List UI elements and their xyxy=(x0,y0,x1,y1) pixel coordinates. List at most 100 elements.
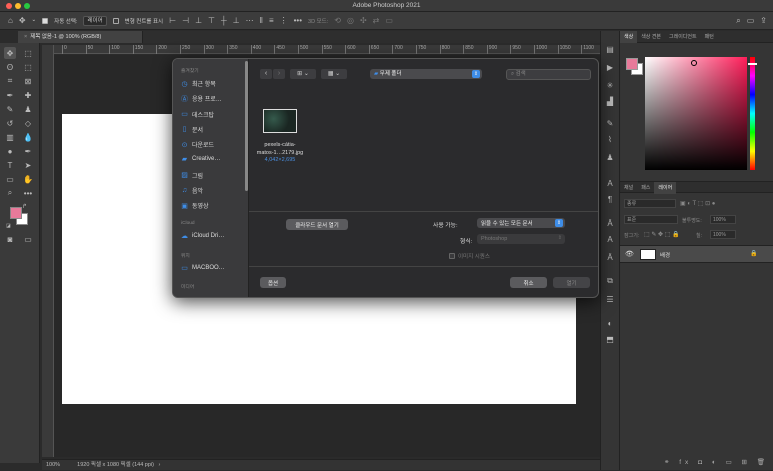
path-select-icon[interactable]: ➤ xyxy=(22,159,34,171)
tab-swatches[interactable]: 색상 견본 xyxy=(637,31,665,43)
history-brush-icon[interactable]: ↺ xyxy=(4,117,16,129)
default-colors-icon[interactable]: ◪ xyxy=(6,223,11,229)
auto-select-dropdown[interactable]: 레이어 xyxy=(83,15,107,26)
3d-pan-icon[interactable]: ✣ xyxy=(360,16,367,25)
visibility-eye-icon[interactable]: 👁 xyxy=(625,250,634,258)
sidebar-item[interactable]: ▭ MACBOO… xyxy=(181,264,224,272)
align-middle-icon[interactable]: ┼ xyxy=(221,16,227,25)
brush-tool-icon[interactable]: ✎ xyxy=(4,103,16,115)
file-item[interactable]: pexels-cátia- matos-1…2179.jpg 4,042×2,6… xyxy=(249,142,311,165)
paragraph-panel-icon[interactable]: ¶ xyxy=(604,193,616,205)
marquee-tool-icon[interactable]: ⬚ xyxy=(22,61,34,73)
hue-slider[interactable] xyxy=(748,57,757,170)
icon-view-dropdown[interactable]: ⊞ ⌄ xyxy=(290,69,316,79)
brush-settings-icon[interactable]: ✎ xyxy=(604,117,616,129)
hand-tool-icon[interactable]: ✋ xyxy=(22,173,34,185)
distribute-spacing-icon[interactable]: ⋮ xyxy=(280,16,288,25)
color-picker-field[interactable] xyxy=(645,57,747,170)
opacity-input[interactable]: 100% xyxy=(710,215,736,224)
forward-button[interactable]: › xyxy=(273,69,285,79)
minimize-window-button[interactable] xyxy=(15,3,21,9)
styles-panel-icon[interactable]: ◐ xyxy=(604,317,616,329)
hue-slider-thumb[interactable] xyxy=(748,63,757,65)
zoom-level[interactable]: 100% xyxy=(46,462,60,468)
document-tab[interactable]: × 제목 없음-1 @ 100% (RGB/8) xyxy=(18,31,143,43)
shape-tool-icon[interactable]: ▭ xyxy=(4,173,16,185)
tab-layers[interactable]: 레이어 xyxy=(654,182,677,194)
eraser-tool-icon[interactable]: ◇ xyxy=(22,117,34,129)
foreground-color-swatch[interactable] xyxy=(10,207,22,219)
tab-color[interactable]: 색상 xyxy=(620,31,638,43)
file-thumbnail[interactable] xyxy=(263,109,297,133)
frame-tool-icon[interactable]: ⊠ xyxy=(22,75,34,87)
sidebar-item[interactable]: ▰ Creative… xyxy=(181,156,221,163)
show-transform-checkbox[interactable] xyxy=(112,17,119,24)
back-button[interactable]: ‹ xyxy=(260,69,272,79)
3d-scale-icon[interactable]: ▭ xyxy=(385,16,393,25)
chevron-down-icon[interactable]: ⌄ xyxy=(32,17,37,24)
gradient-tool-icon[interactable]: ▥ xyxy=(4,131,16,143)
tab-patterns[interactable]: 패턴 xyxy=(701,31,718,43)
tab-gradients[interactable]: 그레이디언트 xyxy=(665,31,701,43)
stamp-tool-icon[interactable]: ♟ xyxy=(22,103,34,115)
sidebar-item[interactable]: ☁ iCloud Dri… xyxy=(181,233,224,240)
zoom-window-button[interactable] xyxy=(24,3,30,9)
workspace-icon[interactable]: ▭ xyxy=(747,16,755,25)
histogram-panel-icon[interactable]: ▟ xyxy=(604,95,616,107)
blend-mode-dropdown[interactable]: 표준 xyxy=(624,215,678,224)
fill-input[interactable]: 100% xyxy=(710,230,736,239)
healing-tool-icon[interactable]: ✚ xyxy=(22,89,34,101)
distribute-v-icon[interactable]: ≡ xyxy=(269,16,274,25)
home-icon[interactable]: ⌂ xyxy=(8,16,13,25)
cancel-button[interactable]: 취소 xyxy=(510,277,547,288)
actions-panel-icon[interactable]: ▶ xyxy=(604,61,616,73)
3d-slide-icon[interactable]: ⇄ xyxy=(373,16,380,25)
sidebar-item[interactable]: ▣ 동영상 xyxy=(181,201,208,211)
sidebar-item[interactable]: ▨ 그림 xyxy=(181,171,203,180)
paragraph-styles-icon[interactable]: Ä xyxy=(604,251,616,263)
quick-mask-icon[interactable]: ◙ xyxy=(4,233,16,245)
type-tool-icon[interactable]: T xyxy=(4,159,16,171)
color-picker-cursor[interactable] xyxy=(691,60,697,66)
3d-panel-icon[interactable]: ⬒ xyxy=(604,333,616,345)
path-dropdown[interactable]: ▰ 무제 폴더 ⇕ xyxy=(370,69,482,79)
align-center-icon[interactable]: ⊣ xyxy=(182,16,189,25)
format-dropdown[interactable]: Photoshop ⇕ xyxy=(477,234,565,244)
more-options-icon[interactable]: ••• xyxy=(294,16,302,25)
3d-roll-icon[interactable]: ◎ xyxy=(347,16,354,25)
move-tool-icon[interactable]: ✥ xyxy=(4,47,16,59)
sidebar-item[interactable]: ⊙ 다운로드 xyxy=(181,140,215,150)
sidebar-item[interactable]: ♫ 음악 xyxy=(181,186,203,195)
move-tool-icon[interactable]: ✥ xyxy=(19,16,26,25)
brushes-panel-icon[interactable]: ⌇ xyxy=(604,133,616,145)
cloud-documents-button[interactable]: 클라우드 문서 열기 xyxy=(286,219,348,230)
more-tools-icon[interactable]: ••• xyxy=(22,187,34,199)
image-sequence-checkbox[interactable] xyxy=(449,253,455,259)
align-top-icon[interactable]: ⊤ xyxy=(208,16,215,25)
close-window-button[interactable] xyxy=(6,3,12,9)
sidebar-item[interactable]: ◷ 최근 항목 xyxy=(181,79,215,89)
layer-row[interactable]: 👁 배경 🔒 xyxy=(620,245,773,263)
group-view-dropdown[interactable]: ▦ ⌄ xyxy=(321,69,347,79)
share-icon[interactable]: ⇪ xyxy=(760,16,767,25)
clone-source-icon[interactable]: ♟ xyxy=(604,151,616,163)
eyedropper-tool-icon[interactable]: ✒ xyxy=(4,89,16,101)
sidebar-item[interactable]: Ⓐ 응용 프로… xyxy=(181,94,222,104)
adjustments-panel-icon[interactable]: ✳ xyxy=(604,79,616,91)
options-button[interactable]: 옵션 xyxy=(260,277,286,288)
crop-tool-icon[interactable]: ⌗ xyxy=(4,75,16,87)
sidebar-item[interactable]: ▯ 문서 xyxy=(181,125,203,134)
align-bottom-icon[interactable]: ⊥ xyxy=(233,16,240,25)
lasso-tool-icon[interactable]: ʘ xyxy=(4,61,16,73)
history-panel-icon[interactable]: ▤ xyxy=(604,43,616,55)
tab-channels[interactable]: 채널 xyxy=(620,182,637,194)
sidebar-scrollbar[interactable] xyxy=(245,61,248,191)
dodge-tool-icon[interactable]: ● xyxy=(4,145,16,157)
search-icon[interactable]: ⌕ xyxy=(736,16,740,25)
screen-mode-icon[interactable]: ▭ xyxy=(22,233,34,245)
3d-orbit-icon[interactable]: ⟲ xyxy=(334,16,341,25)
distribute-icon[interactable]: ⋯ xyxy=(246,16,254,25)
layer-panel-footer[interactable]: ⚭ fx ◘ ◐ ▭ ⊞ 🗑 xyxy=(664,458,769,466)
enable-dropdown[interactable]: 읽을 수 있는 모든 문서 ⇕ xyxy=(477,218,565,228)
pen-tool-icon[interactable]: ✒ xyxy=(22,145,34,157)
